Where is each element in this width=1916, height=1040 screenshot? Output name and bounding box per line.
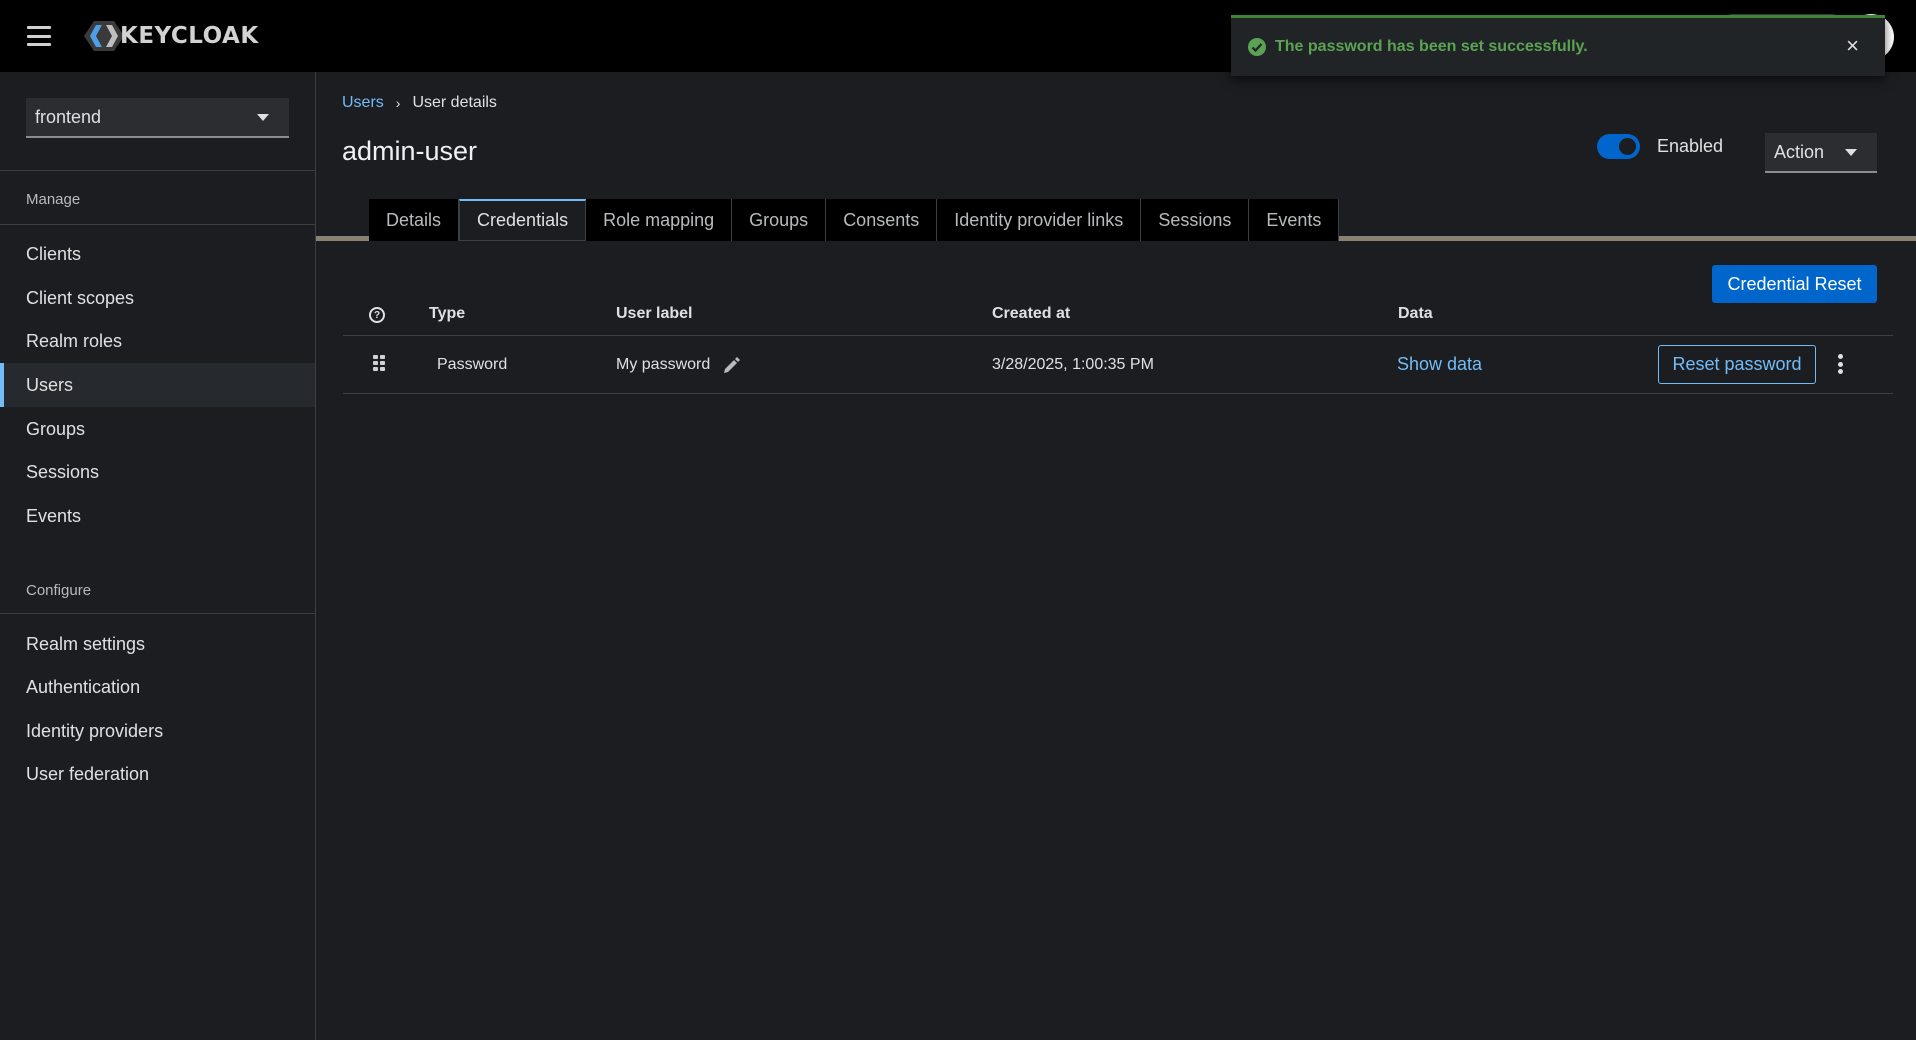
- column-header-type: Type: [429, 305, 466, 322]
- tab-groups[interactable]: Groups: [732, 199, 827, 241]
- help-icon[interactable]: ?: [369, 307, 385, 323]
- breadcrumb: Users › User details: [342, 94, 497, 112]
- hamburger-menu-icon[interactable]: [27, 26, 51, 46]
- brand-name: KEYCLOAK: [120, 23, 259, 49]
- realm-name: frontend: [35, 106, 102, 127]
- sidebar: frontend Manage Clients Client scopes Re…: [0, 72, 316, 1040]
- keycloak-logo[interactable]: KEYCLOAK: [84, 19, 259, 53]
- show-data-link[interactable]: Show data: [1397, 354, 1482, 375]
- caret-down-icon: [1845, 149, 1857, 156]
- enabled-toggle[interactable]: [1597, 134, 1640, 159]
- sidebar-item-events[interactable]: Events: [0, 494, 315, 538]
- keycloak-logo-icon: [84, 21, 124, 51]
- column-header-data: Data: [1398, 305, 1433, 322]
- success-toast: The password has been set successfully. …: [1231, 15, 1885, 76]
- divider: [0, 224, 315, 225]
- action-dropdown[interactable]: Action: [1765, 133, 1877, 173]
- table-row-divider: [343, 393, 1893, 394]
- table-header-divider: [343, 335, 1893, 336]
- section-title-manage: Manage: [26, 191, 81, 208]
- credential-user-label: My password: [616, 356, 711, 373]
- chevron-right-icon: ›: [395, 95, 401, 111]
- sidebar-item-client-scopes[interactable]: Client scopes: [0, 276, 315, 320]
- pencil-icon[interactable]: [721, 356, 741, 376]
- reset-password-button[interactable]: Reset password: [1658, 345, 1816, 384]
- credential-reset-button[interactable]: Credential Reset: [1712, 265, 1877, 303]
- tab-events[interactable]: Events: [1249, 199, 1340, 241]
- section-title-configure: Configure: [26, 582, 92, 599]
- divider: [0, 613, 315, 614]
- realm-selector[interactable]: frontend: [26, 98, 289, 138]
- sidebar-item-identity-providers[interactable]: Identity providers: [0, 709, 315, 753]
- sidebar-item-user-federation[interactable]: User federation: [0, 752, 315, 796]
- tab-credentials[interactable]: Credentials: [459, 199, 587, 241]
- toast-message: The password has been set successfully.: [1275, 38, 1588, 55]
- drag-handle-icon[interactable]: [373, 355, 385, 371]
- caret-down-icon: [257, 114, 269, 121]
- action-label: Action: [1774, 141, 1825, 162]
- kebab-menu-icon[interactable]: [1836, 354, 1844, 374]
- divider: [0, 170, 315, 171]
- credential-type: Password: [437, 356, 508, 373]
- tab-details[interactable]: Details: [369, 199, 460, 241]
- column-header-created-at: Created at: [992, 305, 1071, 322]
- column-header-user-label: User label: [616, 305, 693, 322]
- sidebar-item-groups[interactable]: Groups: [0, 407, 315, 451]
- sidebar-item-realm-settings[interactable]: Realm settings: [0, 622, 315, 666]
- sidebar-item-realm-roles[interactable]: Realm roles: [0, 319, 315, 363]
- sidebar-item-clients[interactable]: Clients: [0, 232, 315, 276]
- close-icon[interactable]: ×: [1846, 35, 1859, 57]
- credential-created-at: 3/28/2025, 1:00:35 PM: [992, 356, 1154, 373]
- page-title: admin-user: [342, 136, 478, 166]
- enabled-label: Enabled: [1657, 136, 1724, 156]
- tab-sessions[interactable]: Sessions: [1141, 199, 1250, 241]
- tab-consents[interactable]: Consents: [826, 199, 938, 241]
- sidebar-item-sessions[interactable]: Sessions: [0, 450, 315, 494]
- tab-role-mapping[interactable]: Role mapping: [586, 199, 733, 241]
- sidebar-item-authentication[interactable]: Authentication: [0, 665, 315, 709]
- sidebar-item-users[interactable]: Users: [0, 363, 315, 407]
- tab-identity-provider-links[interactable]: Identity provider links: [937, 199, 1142, 241]
- check-circle-icon: [1248, 38, 1266, 56]
- breadcrumb-current: User details: [412, 94, 497, 111]
- tab-bar: Details Credentials Role mapping Groups …: [369, 199, 1340, 241]
- breadcrumb-users-link[interactable]: Users: [342, 94, 384, 112]
